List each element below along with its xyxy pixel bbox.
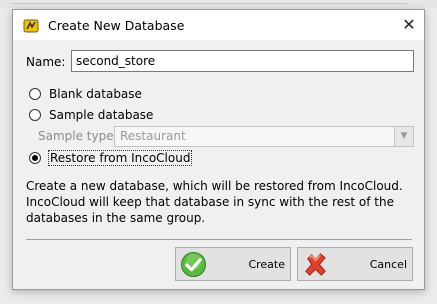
blank-database-radio[interactable] <box>29 88 41 100</box>
close-icon[interactable]: ✕ <box>402 15 415 34</box>
restore-from-incocloud-radio[interactable] <box>29 152 41 164</box>
description-text: Create a new database, which will be res… <box>26 179 403 225</box>
restore-from-incocloud-label[interactable]: Restore from IncoCloud <box>47 150 193 166</box>
sample-database-option[interactable]: Sample database <box>29 107 153 123</box>
blank-database-label[interactable]: Blank database <box>49 87 142 101</box>
sample-type-value: Restaurant <box>120 129 186 143</box>
blank-database-option[interactable]: Blank database <box>29 86 142 102</box>
separator <box>26 239 412 240</box>
restore-from-incocloud-option[interactable]: Restore from IncoCloud <box>29 150 193 166</box>
sample-database-label[interactable]: Sample database <box>49 108 153 122</box>
sample-database-radio[interactable] <box>29 109 41 121</box>
create-database-dialog: Create New Database ✕ Name: Blank databa… <box>12 9 425 290</box>
create-button[interactable]: Create <box>175 247 291 281</box>
check-icon <box>180 251 207 278</box>
chevron-down-icon: ▼ <box>394 127 413 146</box>
sample-type-label: Sample type: <box>38 129 118 143</box>
cancel-button[interactable]: Cancel <box>297 247 413 281</box>
cancel-button-label[interactable]: Cancel <box>370 258 407 271</box>
dialog-title: Create New Database <box>48 18 185 33</box>
name-input[interactable] <box>71 50 414 72</box>
app-icon <box>23 19 39 33</box>
close-button[interactable]: ✕ <box>394 10 424 40</box>
background-divider <box>10 3 407 4</box>
title-bar[interactable]: Create New Database ✕ <box>13 10 424 40</box>
create-button-label[interactable]: Create <box>248 258 285 271</box>
cross-icon <box>305 253 326 276</box>
sample-type-select: Restaurant ▼ <box>114 126 414 147</box>
name-label: Name: <box>26 55 66 69</box>
background-window <box>0 0 437 8</box>
